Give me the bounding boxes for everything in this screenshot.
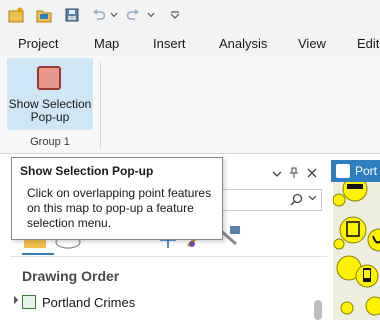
crime-point-symbol (340, 301, 354, 315)
redo-icon[interactable] (124, 5, 142, 25)
crime-point-symbol (333, 193, 346, 207)
pane-options-icon[interactable] (272, 167, 282, 181)
map-view-tab[interactable]: Port (331, 160, 380, 182)
show-selection-popup-tooltip: Show Selection Pop-up Click on overlappi… (11, 157, 223, 240)
selection-popup-icon (37, 66, 61, 90)
contents-search-input[interactable] (210, 189, 322, 211)
group-separator (100, 62, 101, 148)
crime-point-symbol (355, 264, 379, 288)
search-options-icon[interactable] (308, 192, 317, 204)
redo-dropdown-icon[interactable] (146, 5, 156, 25)
ribbon-tab-bar: Project Map Insert Analysis View Edit (0, 30, 380, 56)
tooltip-body: Click on overlapping point features on t… (27, 186, 212, 230)
open-project-icon[interactable] (34, 5, 54, 25)
tab-project[interactable]: Project (18, 36, 58, 51)
new-project-icon[interactable] (6, 5, 26, 25)
ribbon: Show Selection Pop-up Group 1 (0, 56, 380, 154)
tab-edit[interactable]: Edit (357, 36, 379, 51)
layer-name: Portland Crimes (42, 295, 136, 310)
search-icon (290, 193, 303, 211)
drawing-order-heading: Drawing Order (22, 268, 120, 284)
undo-dropdown-icon[interactable] (109, 5, 119, 25)
tab-insert[interactable]: Insert (153, 36, 186, 51)
crime-point-symbol (342, 182, 368, 202)
close-pane-icon[interactable] (307, 167, 317, 181)
tab-map[interactable]: Map (94, 36, 119, 51)
crime-point-symbol (333, 238, 345, 250)
collapse-layer-icon[interactable] (9, 295, 19, 305)
contents-scrollbar[interactable] (314, 300, 322, 320)
layer-visibility-checkbox[interactable] (22, 295, 36, 309)
pin-pane-icon[interactable] (289, 167, 299, 182)
group-label: Group 1 (30, 136, 70, 148)
crime-point-symbol (339, 216, 367, 244)
crime-point-symbol (365, 296, 380, 316)
pane-divider (10, 256, 327, 257)
customize-toolbar-icon[interactable] (168, 5, 182, 25)
map-tab-label: Port (355, 164, 378, 178)
tab-analysis[interactable]: Analysis (219, 36, 267, 51)
tooltip-title: Show Selection Pop-up (20, 164, 154, 178)
quick-access-toolbar (0, 0, 380, 30)
map-icon (336, 164, 350, 178)
map-view[interactable] (333, 182, 380, 320)
undo-icon[interactable] (90, 5, 108, 25)
show-selection-popup-label: Show Selection Pop-up (8, 97, 92, 124)
show-selection-popup-button[interactable]: Show Selection Pop-up (7, 58, 93, 130)
list-by-labeling-icon[interactable] (219, 226, 240, 246)
save-project-icon[interactable] (62, 5, 82, 25)
active-view-indicator (22, 253, 54, 255)
layer-row-portland-crimes[interactable]: Portland Crimes (0, 293, 320, 313)
tab-view[interactable]: View (298, 36, 326, 51)
